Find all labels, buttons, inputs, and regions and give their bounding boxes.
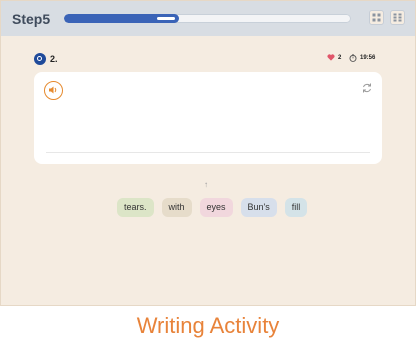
hearts-counter: 2	[327, 54, 341, 61]
audio-button[interactable]	[44, 81, 63, 100]
list-button[interactable]	[390, 10, 405, 25]
word-chip[interactable]: eyes	[199, 198, 233, 217]
step-label: Step5	[12, 11, 51, 27]
word-bank: tears. with eyes Bun's fill	[117, 198, 308, 217]
answer-line	[46, 152, 370, 153]
activity-panel: Step5 2. 2 19:56 ↑ tears. with eyes Bun'…	[0, 0, 416, 306]
grid-icon	[372, 13, 381, 22]
hearts-count: 2	[338, 54, 342, 61]
timer: 19:56	[349, 54, 375, 62]
question-number-label: 2.	[50, 54, 58, 64]
timer-value: 19:56	[360, 55, 376, 61]
word-chip[interactable]: fill	[284, 198, 308, 217]
progress-marker	[156, 17, 175, 20]
grid-button[interactable]	[369, 10, 384, 25]
question-icon	[34, 53, 46, 65]
answer-card	[34, 72, 382, 164]
question-number: 2.	[34, 52, 58, 66]
refresh-icon[interactable]	[361, 82, 373, 94]
list-icon	[393, 13, 402, 22]
word-chip[interactable]: with	[161, 198, 192, 217]
arrow-up-icon: ↑	[204, 180, 208, 189]
heart-icon	[327, 54, 335, 61]
word-chip[interactable]: Bun's	[240, 198, 277, 217]
top-bar: Step5	[1, 1, 415, 36]
stopwatch-icon	[349, 54, 357, 62]
speaker-icon	[49, 86, 57, 94]
activity-title: Writing Activity	[136, 313, 280, 338]
word-chip[interactable]: tears.	[117, 198, 154, 217]
progress-bar	[64, 14, 351, 23]
footer: Writing Activity	[0, 306, 416, 345]
